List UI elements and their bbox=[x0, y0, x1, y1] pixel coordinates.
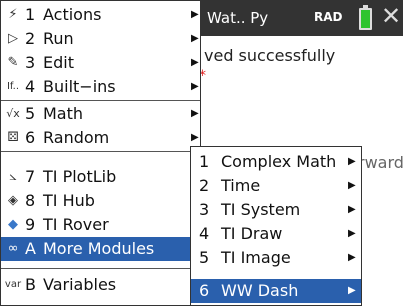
menu-divider bbox=[1, 151, 200, 152]
menu-item-edit[interactable]: ✎ 3 Edit ▶ bbox=[1, 51, 200, 75]
menu-item-math[interactable]: √x 5 Math ▶ bbox=[1, 102, 200, 126]
menu-item-run[interactable]: ▷ 2 Run ▶ bbox=[1, 27, 200, 51]
console-output-line: ved successfully bbox=[204, 46, 336, 65]
submenu-item-ti-draw[interactable]: 4 TI Draw ▶ bbox=[191, 222, 361, 246]
menu-divider bbox=[1, 100, 200, 101]
battery-icon bbox=[359, 5, 372, 30]
submenu-item-ti-image[interactable]: 5 TI Image ▶ bbox=[191, 246, 361, 270]
main-menu: ⚡ 1 Actions ▶ ▷ 2 Run ▶ ✎ 3 Edit ▶ If.. … bbox=[0, 0, 201, 306]
menu-item-variables[interactable]: var B Variables bbox=[1, 273, 200, 297]
lightning-icon: ⚡ bbox=[8, 7, 18, 22]
menu-divider bbox=[1, 268, 200, 269]
dice-icon: ⚄ bbox=[7, 130, 19, 145]
close-icon[interactable]: ✕ bbox=[381, 2, 401, 30]
submenu-arrow-icon: ▶ bbox=[348, 285, 356, 296]
submenu-arrow-icon: ▶ bbox=[191, 81, 199, 92]
submenu-arrow-icon: ▶ bbox=[191, 108, 199, 119]
if-icon: If.. bbox=[6, 81, 20, 92]
angle-mode-indicator: RAD bbox=[314, 10, 343, 24]
menu-item-actions[interactable]: ⚡ 1 Actions ▶ bbox=[1, 3, 200, 27]
menu-item-random[interactable]: ⚄ 6 Random ▶ bbox=[1, 126, 200, 150]
submenu-item-time[interactable]: 2 Time ▶ bbox=[191, 174, 361, 198]
submenu-arrow-icon: ▶ bbox=[348, 180, 356, 191]
play-icon: ▷ bbox=[8, 31, 18, 46]
rover-icon: ◆ bbox=[8, 217, 18, 232]
sqrt-icon: √x bbox=[6, 107, 20, 120]
submenu-arrow-icon: ▶ bbox=[348, 204, 356, 215]
submenu-arrow-icon: ▶ bbox=[348, 228, 356, 239]
submenu-item-complex-math[interactable]: 1 Complex Math ▶ bbox=[191, 150, 361, 174]
document-title[interactable]: Wat.. Py bbox=[207, 9, 268, 27]
modules-icon: ∞ bbox=[7, 241, 19, 256]
hub-icon: ◈ bbox=[8, 193, 18, 208]
console-text-fragment: rward bbox=[358, 153, 403, 172]
var-icon: var bbox=[4, 279, 22, 290]
menu-item-more-modules[interactable]: ∞ A More Modules bbox=[1, 237, 200, 261]
submenu-item-ww-dash[interactable]: 6 WW Dash ▶ bbox=[191, 279, 361, 303]
edit-icon: ✎ bbox=[7, 55, 19, 70]
submenu-arrow-icon: ▶ bbox=[191, 33, 199, 44]
submenu-arrow-icon: ▶ bbox=[191, 57, 199, 68]
submenu-arrow-icon: ▶ bbox=[348, 156, 356, 167]
chart-icon: ⦣ bbox=[9, 169, 17, 184]
menu-item-built-ins[interactable]: If.. 4 Built−ins ▶ bbox=[1, 75, 200, 99]
menu-item-ti-hub[interactable]: ◈ 8 TI Hub bbox=[1, 189, 200, 213]
menu-item-ti-plotlib[interactable]: ⦣ 7 TI PlotLib bbox=[1, 165, 200, 189]
submenu-arrow-icon: ▶ bbox=[191, 9, 199, 20]
submenu-arrow-icon: ▶ bbox=[348, 252, 356, 263]
menu-item-ti-rover[interactable]: ◆ 9 TI Rover bbox=[1, 213, 200, 237]
submenu-item-ti-system[interactable]: 3 TI System ▶ bbox=[191, 198, 361, 222]
more-modules-submenu: 1 Complex Math ▶ 2 Time ▶ 3 TI System ▶ … bbox=[190, 146, 362, 306]
